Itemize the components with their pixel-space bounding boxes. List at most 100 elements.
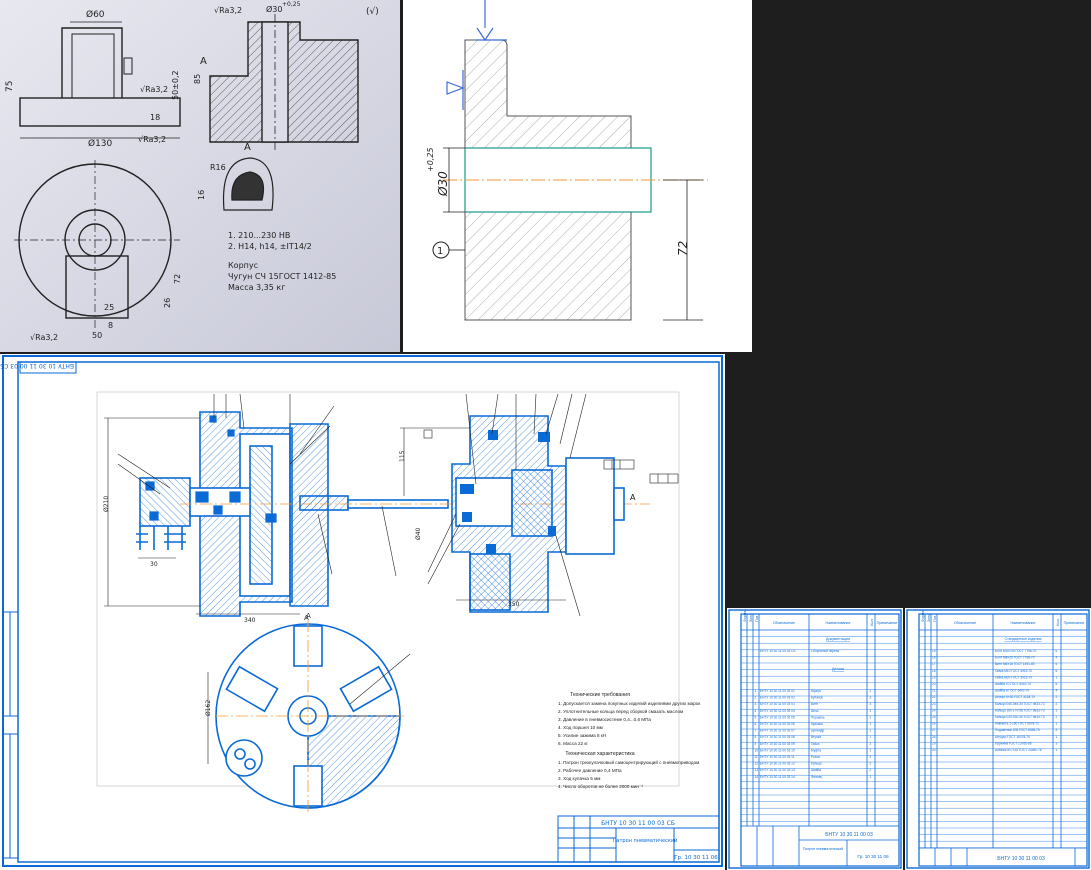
- spec2-std-cell: Штифт 6×30 ГОСТ 3128-70: [995, 695, 1035, 699]
- spec2-std-cell: 6: [1056, 682, 1058, 686]
- sketch-part-name: Корпус: [228, 261, 258, 270]
- title-name: Патрон пневматический: [613, 837, 678, 844]
- sketch-dim-18: 18: [150, 113, 160, 122]
- spec1-part-cell: БНТУ 10 30 11 00 03 11: [760, 755, 795, 759]
- sketch-tol: +0,25: [282, 1, 301, 8]
- sketch-roughness-3: √Ra3,2: [214, 6, 242, 15]
- sketch-dim-25: 25: [104, 303, 114, 312]
- svg-text:1. Допускается замена покупных: 1. Допускается замена покупных изделий и…: [558, 700, 701, 706]
- svg-text:2. Уплотнительные кольца перед: 2. Уплотнительные кольца перед сборкой с…: [558, 708, 683, 714]
- datum-symbol-top: [475, 0, 507, 42]
- spec1-section-parts: Детали: [832, 667, 844, 671]
- spec1-title-name: Патрон пневматический: [803, 847, 843, 851]
- view-arrow-letter: A: [630, 493, 636, 502]
- sketch-dim-r16: R16: [210, 163, 226, 172]
- svg-text:Технические требования: Технические требования: [570, 692, 630, 698]
- spec2-std-cell: 2: [1056, 702, 1058, 706]
- spec2-std-cell: 2: [1056, 695, 1058, 699]
- spec2-std-cell: 3: [1056, 741, 1058, 745]
- spec1-part-cell: 12: [755, 762, 759, 766]
- svg-text:2. Рабочее давление 0,4 МПа: 2. Рабочее давление 0,4 МПа: [558, 768, 622, 773]
- spec1-part-cell: Фланец: [811, 775, 822, 779]
- spec2-std-cell: Болт М8×25 ГОСТ 7798-70: [995, 656, 1035, 660]
- spec2-std-cell: 24: [932, 708, 936, 712]
- spec2-std-cell: Подшипник 208 ГОСТ 8338-75: [995, 728, 1040, 732]
- dim-d210: Ø210: [103, 496, 110, 512]
- spec1-h-pos: Поз.: [755, 615, 759, 622]
- sketch-note-2: 2. H14, h14, ±IT14/2: [228, 242, 312, 251]
- sketch-view-letter: A: [200, 56, 207, 67]
- spec1-part-cell: 3: [755, 702, 757, 706]
- spec2-std-cell: Винт М6×16 ГОСТ 1491-80: [995, 662, 1035, 666]
- sketch-material: Чугун СЧ 15ГОСТ 1412-85: [228, 272, 336, 281]
- dim-diameter: Ø30: [436, 171, 450, 197]
- spec1-h-qty: Кол.: [870, 618, 874, 625]
- spec1-part-cell: 1: [870, 748, 872, 752]
- sketch-photo-panel: Ø60 75 Ø130 50±0,2 18 √Ra3,2 √Ra3,2 √Ra3…: [0, 0, 400, 352]
- spec2-std-cell: 21: [932, 689, 936, 693]
- dim-115: 115: [399, 450, 406, 462]
- spec1-part-cell: 7: [755, 729, 757, 733]
- spec1-part-cell: 1: [870, 715, 872, 719]
- spec1-part-cell: 6: [755, 722, 757, 726]
- spec1-part-cell: 2: [870, 742, 872, 746]
- spec1-part-cell: БНТУ 10 30 11 00 03 01: [760, 689, 795, 693]
- spec1-part-cell: БНТУ 10 30 11 00 03 03: [760, 702, 795, 706]
- spec1-part-cell: БНТУ 10 30 11 00 03 12: [760, 762, 795, 766]
- spec2-std-cell: 28: [932, 735, 936, 739]
- spec1-part-cell: 1: [870, 689, 872, 693]
- cylinder-left: [139, 411, 329, 617]
- spec1-part-cell: Кулачок: [811, 696, 823, 700]
- svg-text:5. Усилие зажима 8 кН: 5. Усилие зажима 8 кН: [558, 733, 606, 738]
- spec1-part-cell: Корпус: [811, 689, 822, 693]
- spec2-std-cell: 26: [932, 722, 936, 726]
- spec2-std-cell: 6: [1056, 669, 1058, 673]
- spec1-doc-cell: БНТУ 10 30 11 00 03 СБ: [760, 649, 796, 653]
- spec2-h-format: Формат: [921, 609, 925, 622]
- spec2-std-cell: Штуцер ГОСТ 16078-70: [995, 735, 1030, 739]
- sketch-dim-72: 72: [173, 274, 182, 284]
- spec1-part-cell: Кольцо: [811, 762, 822, 766]
- spec2-std-cell: 1: [1056, 722, 1058, 726]
- spec1-part-cell: 1: [870, 722, 872, 726]
- sketch-roughness-4: √Ra3,2: [30, 333, 58, 342]
- spec2-std-cell: 27: [932, 728, 936, 732]
- svg-text:1. Патрон трехкулачковый самоц: 1. Патрон трехкулачковый самоцентрирующи…: [558, 759, 699, 765]
- spec1-part-cell: Винт: [811, 702, 819, 706]
- spec2-std-cell: 2: [1056, 715, 1058, 719]
- spec2-std-cell: 22: [932, 695, 936, 699]
- spec2-std-cell: 1: [1056, 748, 1058, 752]
- spec1-part-cell: 10: [755, 748, 759, 752]
- spec2-h-note: Примечание: [1064, 621, 1085, 625]
- spec2-std-cell: Кольцо 040-045-30 ГОСТ 9833-73: [995, 702, 1045, 706]
- spec2-std-cell: Манжета 1-160 ГОСТ 6678-72: [995, 722, 1039, 726]
- spec2-std-cell: 1: [1056, 735, 1058, 739]
- sketch-roughness-general: (√): [366, 6, 379, 17]
- spec2-std-cell: 16: [932, 656, 936, 660]
- spec1-part-cell: БНТУ 10 30 11 00 03 13: [760, 768, 795, 772]
- dim-30: 30: [150, 561, 158, 568]
- spec1-part-cell: 1: [755, 689, 757, 693]
- spec2-section-std: Стандартные изделия: [1004, 637, 1041, 641]
- spec2-std-cell: 6: [1056, 662, 1058, 666]
- spec1-part-cell: БНТУ 10 30 11 00 03 05: [760, 715, 795, 719]
- datum-symbol-left: [446, 70, 465, 110]
- spec2-std-cell: 4: [1056, 689, 1058, 693]
- spec2-std-cell: Шайба 8 ГОСТ 6402-70: [995, 689, 1030, 693]
- spec1-part-cell: БНТУ 10 30 11 00 03 09: [760, 742, 795, 746]
- sketch-dim-75: 75: [5, 81, 15, 92]
- spec2-std-cell: 19: [932, 675, 936, 679]
- spec1-part-cell: Крышка: [811, 722, 823, 726]
- spec1-part-cell: Поршень: [811, 715, 825, 719]
- spec1-part-cell: Шайба: [811, 768, 821, 772]
- spec1-part-cell: БНТУ 10 30 11 00 03 04: [760, 709, 795, 713]
- spec1-part-cell: БНТУ 10 30 11 00 03 07: [760, 729, 795, 733]
- spec2-std-cell: 20: [932, 682, 936, 686]
- spec1-part-cell: БНТУ 10 30 11 00 03 08: [760, 735, 795, 739]
- svg-text:4. Ход поршня 10 мм: 4. Ход поршня 10 мм: [558, 725, 603, 730]
- spec2-std-cell: 30: [932, 748, 936, 752]
- sketch-mass: Масса 3,35 кг: [228, 283, 285, 292]
- spec1-part-cell: 2: [870, 768, 872, 772]
- spec1-part-cell: 1: [870, 709, 872, 713]
- spec1-part-cell: 5: [755, 715, 757, 719]
